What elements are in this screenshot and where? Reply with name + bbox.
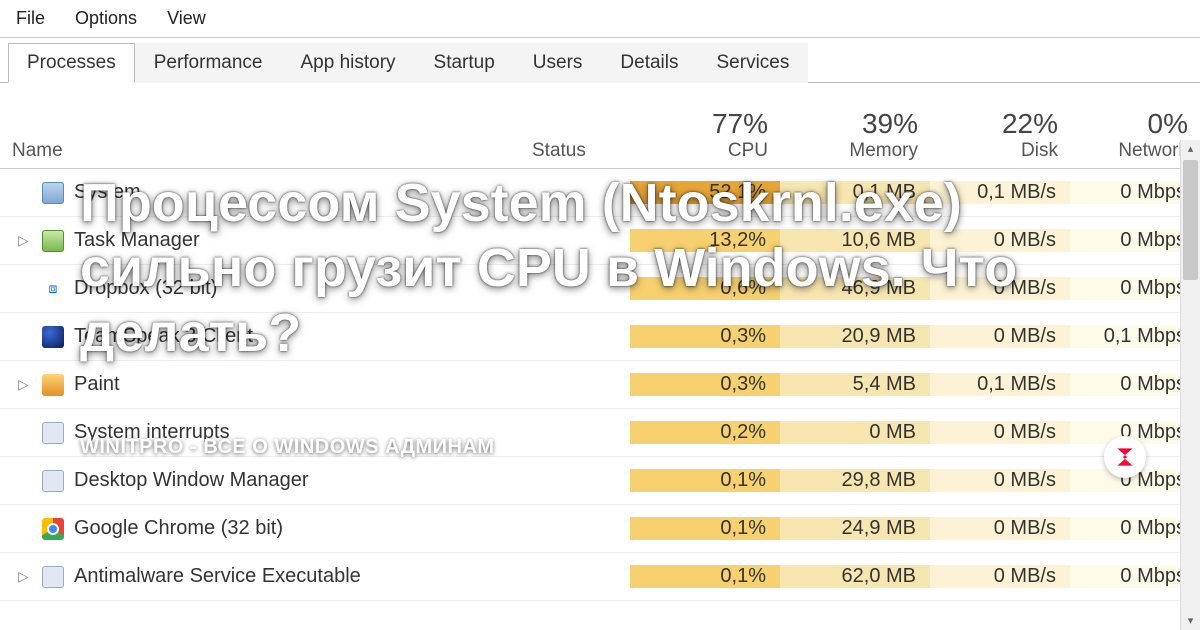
process-name: TeamSpeak 3 Client	[74, 325, 253, 348]
disk-cell: 0 MB/s	[930, 469, 1070, 492]
disk-cell: 0 MB/s	[930, 229, 1070, 252]
process-name: System	[74, 181, 141, 204]
tab-bar: Processes Performance App history Startu…	[0, 42, 1200, 83]
cpu-cell: 0,2%	[630, 421, 780, 444]
header-name[interactable]: Name	[0, 100, 520, 168]
cpu-cell: 0,3%	[630, 325, 780, 348]
generic-icon	[42, 566, 64, 588]
memory-cell: 29,8 MB	[780, 469, 930, 492]
taskmgr-icon	[42, 230, 64, 252]
cpu-cell: 13,2%	[630, 229, 780, 252]
dropbox-icon: ⧈	[42, 278, 64, 300]
zen-icon	[1104, 436, 1146, 478]
process-name: Dropbox (32 bit)	[74, 277, 217, 300]
process-name: Antimalware Service Executable	[74, 565, 361, 588]
expand-icon[interactable]: ▷	[18, 376, 30, 393]
process-name: System interrupts	[74, 421, 230, 444]
expand-icon[interactable]: ▷	[18, 232, 30, 249]
cpu-cell: 0,1%	[630, 517, 780, 540]
memory-cell: 0,1 MB	[780, 181, 930, 204]
scroll-up-icon[interactable]: ▴	[1181, 140, 1200, 158]
table-row[interactable]: ▷Paint0,3%5,4 MB0,1 MB/s0 Mbps	[0, 361, 1200, 409]
disk-cell: 0 MB/s	[930, 565, 1070, 588]
memory-cell: 0 MB	[780, 421, 930, 444]
disk-cell: 0 MB/s	[930, 517, 1070, 540]
disk-cell: 0 MB/s	[930, 421, 1070, 444]
header-memory[interactable]: 39%Memory	[780, 102, 930, 168]
disk-cell: 0,1 MB/s	[930, 181, 1070, 204]
memory-cell: 20,9 MB	[780, 325, 930, 348]
table-row[interactable]: System52,1%0,1 MB0,1 MB/s0 Mbps	[0, 169, 1200, 217]
disk-cell: 0 MB/s	[930, 325, 1070, 348]
process-name: Paint	[74, 373, 120, 396]
memory-cell: 24,9 MB	[780, 517, 930, 540]
tab-details[interactable]: Details	[601, 43, 697, 83]
system-icon	[42, 182, 64, 204]
process-name: Task Manager	[74, 229, 200, 252]
process-name: Desktop Window Manager	[74, 469, 309, 492]
tab-app-history[interactable]: App history	[281, 43, 414, 83]
scrollbar[interactable]: ▴ ▾	[1180, 140, 1200, 630]
dwm-icon	[42, 470, 64, 492]
tab-processes[interactable]: Processes	[8, 43, 135, 83]
cpu-cell: 0,1%	[630, 469, 780, 492]
table-row[interactable]: ▷Task Manager13,2%10,6 MB0 MB/s0 Mbps	[0, 217, 1200, 265]
scroll-thumb[interactable]	[1183, 160, 1198, 280]
table-row[interactable]: TeamSpeak 3 Client0,3%20,9 MB0 MB/s0,1 M…	[0, 313, 1200, 361]
cpu-cell: 0,1%	[630, 565, 780, 588]
menu-file[interactable]: File	[16, 8, 45, 29]
process-name: Google Chrome (32 bit)	[74, 517, 283, 540]
header-cpu[interactable]: 77%CPU	[630, 102, 780, 168]
menu-view[interactable]: View	[167, 8, 206, 29]
header-status[interactable]: Status	[520, 100, 630, 168]
disk-cell: 0,1 MB/s	[930, 373, 1070, 396]
tab-users[interactable]: Users	[514, 43, 602, 83]
tab-startup[interactable]: Startup	[415, 43, 514, 83]
menu-options[interactable]: Options	[75, 8, 137, 29]
cpu-cell: 0,3%	[630, 373, 780, 396]
table-row[interactable]: Google Chrome (32 bit)0,1%24,9 MB0 MB/s0…	[0, 505, 1200, 553]
menubar: File Options View	[0, 0, 1200, 38]
memory-cell: 10,6 MB	[780, 229, 930, 252]
table-row[interactable]: System interrupts0,2%0 MB0 MB/s0 Mbps	[0, 409, 1200, 457]
process-list: System52,1%0,1 MB0,1 MB/s0 Mbps▷Task Man…	[0, 169, 1200, 601]
cpu-cell: 52,1%	[630, 181, 780, 204]
scroll-down-icon[interactable]: ▾	[1181, 612, 1200, 630]
task-manager-window: File Options View Processes Performance …	[0, 0, 1200, 630]
expand-icon[interactable]: ▷	[18, 568, 30, 585]
memory-cell: 62,0 MB	[780, 565, 930, 588]
tab-services[interactable]: Services	[698, 43, 809, 83]
interrupt-icon	[42, 422, 64, 444]
disk-cell: 0 MB/s	[930, 277, 1070, 300]
table-row[interactable]: ⧈Dropbox (32 bit)0,6%46,9 MB0 MB/s0 Mbps	[0, 265, 1200, 313]
memory-cell: 46,9 MB	[780, 277, 930, 300]
memory-cell: 5,4 MB	[780, 373, 930, 396]
paint-icon	[42, 374, 64, 396]
header-disk[interactable]: 22%Disk	[930, 102, 1070, 168]
table-row[interactable]: Desktop Window Manager0,1%29,8 MB0 MB/s0…	[0, 457, 1200, 505]
table-row[interactable]: ▷ Antimalware Service Executable 0,1%62,0 …	[0, 553, 1200, 601]
chrome-icon	[42, 518, 64, 540]
cpu-cell: 0,6%	[630, 277, 780, 300]
column-headers: Name Status 77%CPU 39%Memory 22%Disk 0%N…	[0, 83, 1200, 169]
tab-performance[interactable]: Performance	[135, 43, 282, 83]
teamspeak-icon	[42, 326, 64, 348]
